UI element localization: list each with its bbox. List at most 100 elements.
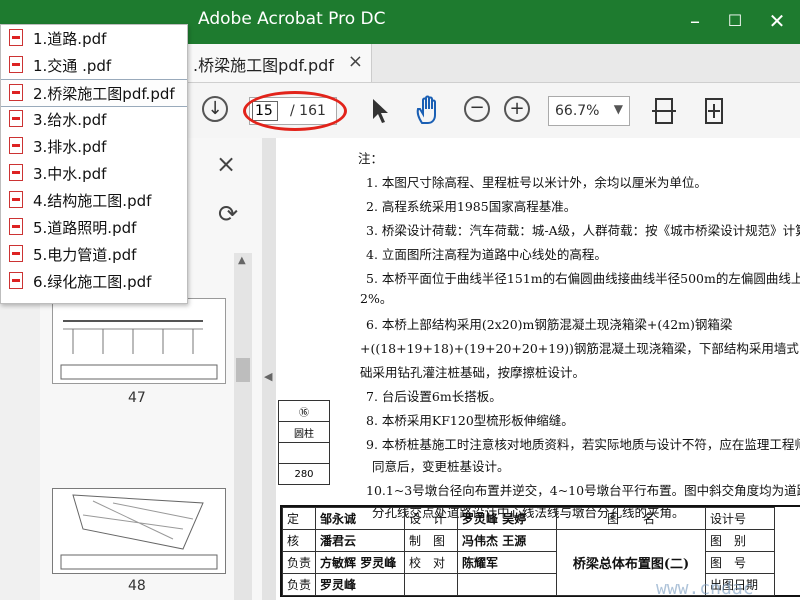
tb-cell: 负责 [281,573,317,596]
tb-cell: 定 [281,507,317,530]
pdf-file-icon [9,218,23,235]
watermark: www.cndac [656,578,754,599]
table-cell: 圆柱 [278,421,330,443]
tb-cell: 冯伟杰 王源 [457,529,558,552]
note-line: 础采用钻孔灌注桩基础，按摩擦桩设计。 [360,365,586,380]
tb-cell: 图 别 [705,529,776,552]
panel-splitter[interactable]: ◀ [262,138,276,600]
hand-tool-icon[interactable] [414,95,444,127]
note-line: 6. 本桥上部结构采用(2x20)m钢筋混凝土现浇箱梁+(42m)钢箱梁 [366,317,733,332]
thumbnail-page-47[interactable] [52,298,226,384]
file-menu-label: 3.给水.pdf [33,111,107,129]
pdf-file-icon [9,84,23,101]
select-cursor-icon[interactable] [370,97,390,125]
note-line: +((18+19+18)+(19+20+20+19))钢筋混凝土现浇箱梁，下部结… [360,341,800,356]
pdf-file-icon [9,137,23,154]
scroll-up-icon[interactable]: ▲ [238,255,246,266]
tb-cell: 图 号 [705,551,776,574]
file-menu-label: 5.电力管道.pdf [33,246,137,264]
tb-cell: 负责 [281,551,317,574]
close-tab-icon[interactable]: × [348,51,363,72]
tab-current-document[interactable]: .桥梁施工图pdf.pdf × [186,44,372,82]
zoom-in-button[interactable]: + [504,96,530,122]
file-menu-item[interactable]: 1.道路.pdf [1,25,187,51]
pdf-file-icon [9,191,23,208]
note-line: 2. 高程系统采用1985国家高程基准。 [366,199,577,214]
tb-cell: 潘君云 [315,529,406,552]
thumbnail-scrollbar[interactable]: ▲ [234,253,252,600]
file-menu-item[interactable]: 3.给水.pdf [1,106,187,132]
file-menu-item[interactable]: 6.绿化施工图.pdf [1,268,187,294]
tb-cell: 罗灵峰 吴婷 [457,507,558,530]
minimize-button[interactable]: – [680,6,710,36]
note-line: 4. 立面图所注高程为道路中心线处的高程。 [366,247,607,262]
file-menu-item[interactable]: 4.结构施工图.pdf [1,187,187,213]
window-title: Adobe Acrobat Pro DC [198,9,386,29]
note-line: 10.1~3号墩台径向布置并逆交，4~10号墩台平行布置。图中斜交角度均为道路设… [366,483,800,498]
file-menu-label: 1.道路.pdf [33,30,107,48]
table-cell: ⑯ [278,400,330,422]
note-line: 7. 台后设置6m长搭板。 [366,389,502,404]
zoom-out-button[interactable]: − [464,96,490,122]
file-menu-label: 5.道路照明.pdf [33,219,137,237]
pdf-file-icon [9,164,23,181]
tb-cell: 图 名 [556,507,707,530]
tb-cell: 设 计 [404,507,459,530]
note-line: 同意后，变更桩基设计。 [372,459,510,474]
tb-cell: 邹永诚 [315,507,406,530]
note-line: 注： [358,151,384,166]
maximize-button[interactable]: ☐ [720,6,750,36]
left-partial-table: ⑯ 圆柱 280 [278,400,330,485]
table-cell [278,442,330,464]
note-line: 2%。 [360,291,393,306]
file-menu-item[interactable]: 3.排水.pdf [1,133,187,159]
zoom-value: 66.7% [555,103,600,119]
pdf-file-icon [9,56,23,73]
pdf-file-icon [9,272,23,289]
note-line: 9. 本桥桩基施工时注意核对地质资料，若实际地质与设计不符，应在监理工程师指导下… [366,437,800,452]
thumbnail-page-number: 48 [128,578,146,594]
chevron-down-icon: ▼ [613,102,623,116]
tb-cell: 校 对 [404,551,459,574]
thumbnail-page-48[interactable] [52,488,226,574]
close-panel-icon[interactable]: × [216,150,236,178]
file-menu-item[interactable]: 1.交通 .pdf [1,52,187,78]
note-line: 3. 桥梁设计荷载：汽车荷载：城-A级，人群荷载：按《城市桥梁设计规范》计算取用… [366,223,800,238]
note-line: 8. 本桥采用KF120型梳形板伸缩缝。 [366,413,574,428]
file-menu-label: 1.交通 .pdf [33,57,112,75]
document-view[interactable]: 注： 1. 本图尺寸除高程、里程桩号以米计外，余均以厘米为单位。 2. 高程系统采用… [276,138,800,600]
note-line: 1. 本图尺寸除高程、里程桩号以米计外，余均以厘米为单位。 [366,175,707,190]
file-menu-item[interactable]: 2.桥梁施工图pdf.pdf [1,79,187,107]
close-window-button[interactable]: ✕ [762,6,792,36]
file-menu-item[interactable]: 5.道路照明.pdf [1,214,187,240]
title-bar-overlap [0,0,200,24]
pdf-file-icon [9,245,23,262]
file-menu-label: 4.结构施工图.pdf [33,192,152,210]
file-menu-item[interactable]: 5.电力管道.pdf [1,241,187,267]
zoom-select[interactable]: 66.7% ▼ [548,96,630,126]
file-menu-item[interactable]: 3.中水.pdf [1,160,187,186]
tab-label: .桥梁施工图pdf.pdf [193,56,334,75]
file-menu-label: 2.桥梁施工图pdf.pdf [33,85,175,103]
thumbnail-page-number: 47 [128,390,146,406]
file-menu-label: 3.排水.pdf [33,138,107,156]
next-page-button[interactable]: ↓ [202,96,228,122]
red-highlight-annotation [243,91,347,131]
fit-page-icon[interactable] [650,95,678,127]
tb-cell: 设计号 [705,507,776,530]
thumbnail-drawing [60,494,218,570]
recent-files-dropdown: 1.道路.pdf 1.交通 .pdf 2.桥梁施工图pdf.pdf 3.给水.pdf 3… [0,24,188,304]
file-menu-label: 6.绿化施工图.pdf [33,273,152,291]
tb-cell: 制 图 [404,529,459,552]
acrobat-window: Adobe Acrobat Pro DC – ☐ ✕ .桥梁施工图pdf.pdf… [0,0,800,600]
full-screen-icon[interactable] [700,95,728,127]
collapse-arrow-icon[interactable]: ◀ [264,370,272,383]
rotate-icon[interactable]: ⟳ [218,200,238,228]
file-menu-label: 3.中水.pdf [33,165,107,183]
table-cell: 280 [278,463,330,485]
tb-cell: 核 [281,529,317,552]
pdf-file-icon [9,110,23,127]
scrollbar-thumb[interactable] [236,358,250,382]
note-line: 5. 本桥平面位于曲线半径151m的右偏圆曲线接曲线半径500m的左偏圆曲线上。… [366,271,800,286]
thumbnail-drawing [60,320,218,380]
